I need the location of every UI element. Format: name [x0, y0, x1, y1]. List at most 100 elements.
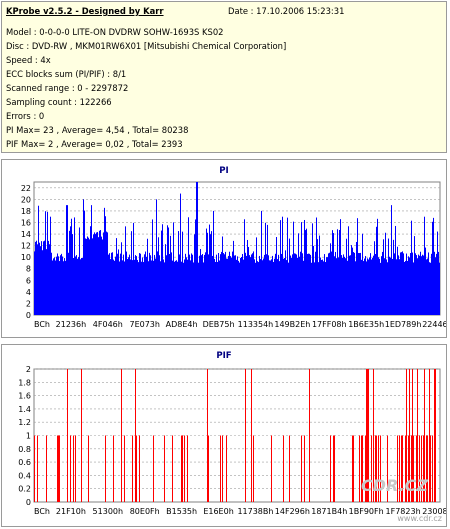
pi-bar	[148, 261, 149, 315]
pi-bar	[254, 259, 255, 315]
pi-bar	[100, 230, 101, 315]
pi-bar	[52, 260, 53, 315]
pi-bar	[363, 261, 364, 315]
pi-bar	[346, 238, 347, 315]
pi-bar	[426, 259, 427, 315]
pif-bar	[184, 435, 185, 502]
pi-bar	[217, 261, 218, 315]
range-line: Scanned range : 0 - 2297872	[6, 83, 129, 93]
pi-bar	[61, 253, 62, 315]
pi-bar	[402, 251, 403, 315]
pi-bar	[353, 252, 354, 315]
pi-bar	[170, 235, 171, 315]
pi-bar	[173, 222, 174, 315]
pi-bar	[358, 253, 359, 315]
pif-bar	[222, 435, 223, 502]
pi-bar	[144, 254, 145, 315]
pi-bar	[420, 251, 421, 315]
pi-bar	[332, 230, 333, 315]
pi-bar	[128, 257, 129, 315]
pi-bar	[189, 254, 190, 315]
pi-summary-line: PI Max= 23 , Average= 4,54 , Total= 8023…	[6, 125, 189, 135]
x-tick-label: 1871B4h	[311, 507, 347, 516]
pi-bar	[263, 258, 264, 315]
pi-bar	[129, 254, 130, 315]
pi-bar	[78, 257, 79, 315]
pi-bar	[187, 259, 188, 315]
pi-bar	[403, 253, 404, 315]
pi-bar	[318, 262, 319, 315]
pi-bar	[122, 260, 123, 315]
pi-bar	[161, 230, 162, 315]
pi-bar	[66, 205, 67, 315]
pif-bar	[429, 369, 430, 502]
pi-bar	[413, 262, 414, 315]
pi-bar	[267, 224, 268, 315]
pi-bar	[228, 255, 229, 315]
pi-bar	[98, 237, 99, 315]
pi-bar	[50, 216, 51, 315]
pi-bar	[180, 193, 181, 315]
pi-bar	[336, 258, 337, 315]
scan-date: Date : 17.10.2006 15:23:31	[228, 6, 345, 16]
pi-bar	[142, 257, 143, 315]
pi-bar	[220, 254, 221, 315]
pi-bar	[165, 244, 166, 315]
pi-bar	[175, 260, 176, 315]
pi-bar	[249, 255, 250, 315]
pi-bar	[306, 228, 307, 315]
pi-bar	[390, 257, 391, 315]
pi-bar	[117, 253, 118, 315]
pif-summary-line: PIF Max= 2 , Average= 0,02 , Total= 2393	[6, 139, 183, 149]
pi-bar	[341, 255, 342, 315]
pi-bar	[257, 261, 258, 315]
pi-bar	[298, 233, 299, 315]
pi-bar	[373, 255, 374, 315]
pif-bar	[245, 369, 246, 502]
x-tick-label: 1ED789h	[385, 320, 422, 329]
pi-bar	[417, 258, 418, 315]
pif-bar	[34, 435, 35, 502]
pi-bar	[300, 251, 301, 315]
x-tick-label: E16E0h	[203, 507, 233, 516]
pi-bar	[423, 255, 424, 315]
pi-bar	[304, 219, 305, 315]
pi-bar	[438, 251, 439, 315]
pi-bar	[197, 182, 198, 315]
pif-bar	[334, 435, 335, 502]
app-title: KProbe v2.5.2 - Designed by Karr	[6, 6, 164, 16]
pi-bar	[181, 261, 182, 315]
pi-bar	[324, 254, 325, 315]
pif-bar	[88, 435, 89, 502]
pif-bar	[283, 435, 284, 502]
pi-bar	[160, 261, 161, 315]
pi-bar	[57, 253, 58, 315]
pi-bar	[97, 232, 98, 315]
pi-bar	[206, 228, 207, 315]
pi-bar	[274, 258, 275, 315]
pi-bar	[357, 218, 358, 315]
pif-bar	[81, 369, 82, 502]
pi-bar	[282, 216, 283, 315]
pi-bar	[233, 240, 234, 315]
pi-bar	[277, 259, 278, 315]
pi-bar	[281, 253, 282, 315]
sampling-line: Sampling count : 122266	[6, 97, 112, 107]
pi-bar	[303, 260, 304, 315]
pi-bar	[429, 262, 430, 315]
pi-bar	[334, 256, 335, 315]
y-tick-label: 2	[26, 365, 31, 374]
pi-bar	[208, 254, 209, 315]
pi-bar	[234, 255, 235, 315]
pi-bar	[248, 246, 249, 315]
pi-bar	[107, 232, 108, 315]
pi-bar	[149, 252, 150, 315]
pi-bar	[295, 253, 296, 315]
pi-bar	[176, 260, 177, 315]
x-tick-label: 51300h	[93, 507, 124, 516]
pi-bar	[389, 256, 390, 315]
pi-bar	[131, 231, 132, 315]
pif-bar	[58, 435, 59, 502]
y-tick-label: 1.2	[18, 418, 31, 427]
pif-bar	[359, 435, 360, 502]
